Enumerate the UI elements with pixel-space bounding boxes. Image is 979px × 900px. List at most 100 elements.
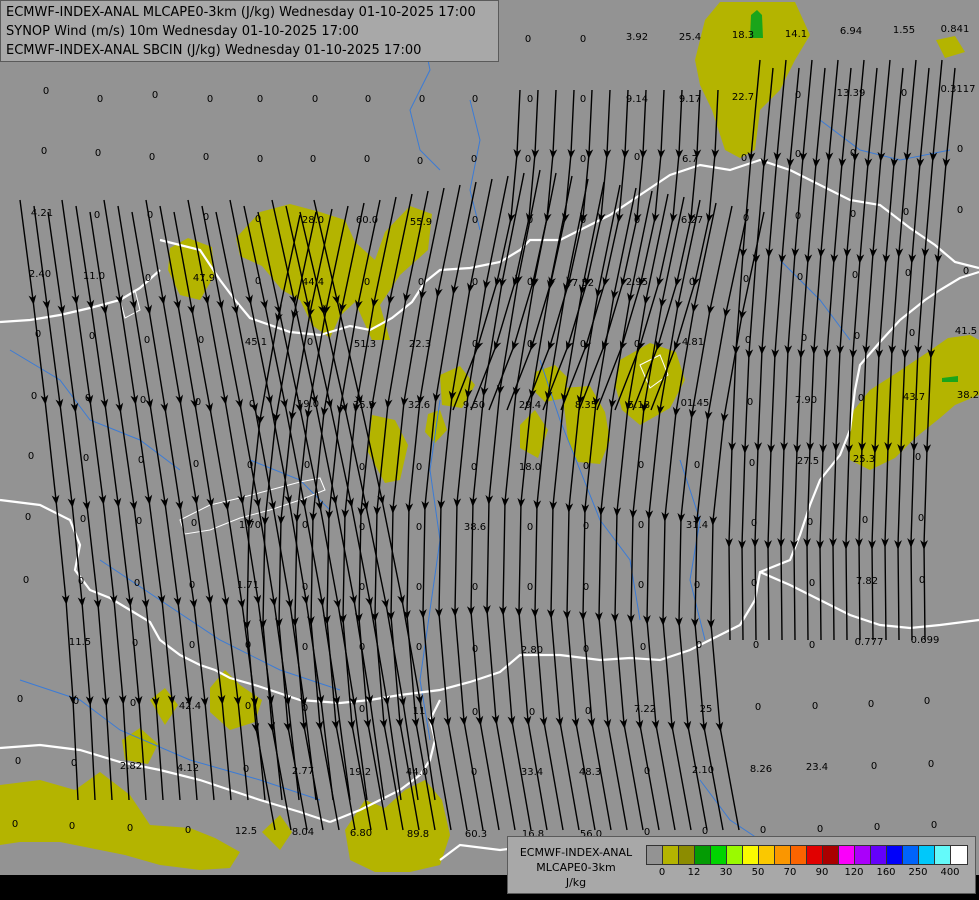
cin-value-label: 0 (255, 214, 261, 225)
cin-value-label: 0 (583, 461, 589, 472)
cin-value-label: 0 (472, 215, 478, 226)
cin-value-label: 0 (359, 582, 365, 593)
cin-value-label: 0 (585, 706, 591, 717)
cin-value-label: 0 (527, 582, 533, 593)
legend-swatch (839, 846, 855, 864)
cin-value-label: 0 (23, 575, 29, 586)
cin-value-label: 0 (472, 94, 478, 105)
cin-value-label: 0 (918, 513, 924, 524)
cin-value-label: 0 (359, 642, 365, 653)
cin-value-label: 0 (69, 821, 75, 832)
legend-scale: 0 12 30 50 70 90 120 160 250 400 (646, 845, 968, 883)
cin-value-label: 0 (850, 148, 856, 159)
cin-value-label: 0 (583, 644, 589, 655)
cin-value-label: 8.26 (750, 764, 772, 775)
cin-value-label: 0 (580, 34, 586, 45)
cin-value-label: 33.4 (521, 767, 543, 778)
cin-value-label: 7.90 (795, 395, 817, 406)
cin-value-label: 11 (413, 706, 426, 717)
cin-value-label: 0 (365, 94, 371, 105)
cin-value-label: 0 (753, 640, 759, 651)
cin-value-label: 9.17 (679, 94, 701, 105)
cin-value-label: 4.21 (31, 208, 53, 219)
cin-value-label: 0 (809, 578, 815, 589)
cin-value-label: 0 (472, 339, 478, 350)
cin-value-label: 0 (471, 154, 477, 165)
cin-value-label: 0 (638, 520, 644, 531)
legend-tick-label: 90 (815, 867, 829, 878)
cin-value-label: 0 (97, 94, 103, 105)
cin-value-label: 60.3 (465, 829, 487, 840)
cin-value-label: 0 (743, 213, 749, 224)
cin-value-label: 89.8 (407, 829, 429, 840)
cin-value-label: 0 (245, 701, 251, 712)
cin-value-label: 0 (634, 152, 640, 163)
cin-value-label: 0 (850, 209, 856, 220)
cin-value-label: 0 (255, 276, 261, 287)
cin-value-label: 0 (471, 462, 477, 473)
legend-swatch (903, 846, 919, 864)
cin-value-label: 29.4 (519, 400, 541, 411)
cin-value-label: 0 (801, 333, 807, 344)
cin-value-label: 2.77 (292, 766, 314, 777)
cin-value-label: 0 (915, 452, 921, 463)
cin-value-label: 1.71 (237, 580, 259, 591)
cin-value-label: 4.81 (682, 337, 704, 348)
cin-value-label: 0 (416, 642, 422, 653)
cin-value-label: 0 (760, 825, 766, 836)
cin-value-label: 0 (203, 152, 209, 163)
cin-value-label: 32.6 (408, 400, 430, 411)
cin-value-label: 0 (257, 154, 263, 165)
cin-value-label: 0.3117 (941, 84, 976, 95)
cin-value-label: 0 (31, 391, 37, 402)
cin-value-label: 0 (919, 575, 925, 586)
cin-value-label: 0 (189, 580, 195, 591)
cin-value-label: 60.0 (356, 215, 378, 226)
cin-value-label: 0 (963, 266, 969, 277)
cin-value-label: 25.4 (679, 32, 701, 43)
cin-value-label: 0 (472, 582, 478, 593)
cin-value-label: 0 (689, 277, 695, 288)
color-legend: ECMWF-INDEX-ANAL MLCAPE0-3km J/kg 0 12 30 5… (507, 836, 976, 894)
cin-value-label: 0 (909, 328, 915, 339)
cin-value-label: 0 (640, 642, 646, 653)
cin-value-label: 0 (195, 397, 201, 408)
legend-swatch (727, 846, 743, 864)
cin-value-label: 12.5 (235, 826, 257, 837)
cin-value-label: 8.35 (575, 400, 597, 411)
cin-value-label: 43.7 (903, 392, 925, 403)
cin-value-label: 0 (580, 215, 586, 226)
cin-value-label: 0 (138, 455, 144, 466)
legend-swatch (791, 846, 807, 864)
cin-value-label: 0 (795, 149, 801, 160)
cin-value-label: 0 (43, 86, 49, 97)
cin-value-label: 0 (852, 270, 858, 281)
cin-value-label: 0 (130, 698, 136, 709)
cin-value-label: 0 (472, 644, 478, 655)
cin-value-label: 0 (527, 522, 533, 533)
cin-value-label: 3.92 (626, 32, 648, 43)
cin-value-label: 0 (525, 154, 531, 165)
cin-value-label: 18.3 (732, 30, 754, 41)
cin-value-label: 7.82 (856, 576, 878, 587)
cin-value-label: 13.39 (837, 88, 866, 99)
cin-value-label: 0 (94, 210, 100, 221)
cin-value-label: 0 (132, 638, 138, 649)
cin-value-label: 0 (247, 460, 253, 471)
cin-value-label: 0 (957, 205, 963, 216)
cin-value-label: 11.0 (83, 271, 105, 282)
legend-tick-label: 160 (876, 867, 896, 878)
cin-value-label: 23.4 (806, 762, 828, 773)
cin-value-label: 0 (147, 210, 153, 221)
legend-swatch (823, 846, 839, 864)
cin-value-label: 0 (580, 339, 586, 350)
legend-line-unit: J/kg (565, 876, 587, 889)
legend-swatch (855, 846, 871, 864)
title-line-wind: SYNOP Wind (m/s) 10m Wednesday 01-10-202… (6, 24, 359, 39)
cin-value-label: 25.3 (853, 454, 875, 465)
cin-value-label: 0 (751, 518, 757, 529)
cin-value-label: 0 (359, 462, 365, 473)
legend-swatch (647, 846, 663, 864)
cin-value-label: 0 (149, 152, 155, 163)
cin-value-label: 0 (249, 399, 255, 410)
